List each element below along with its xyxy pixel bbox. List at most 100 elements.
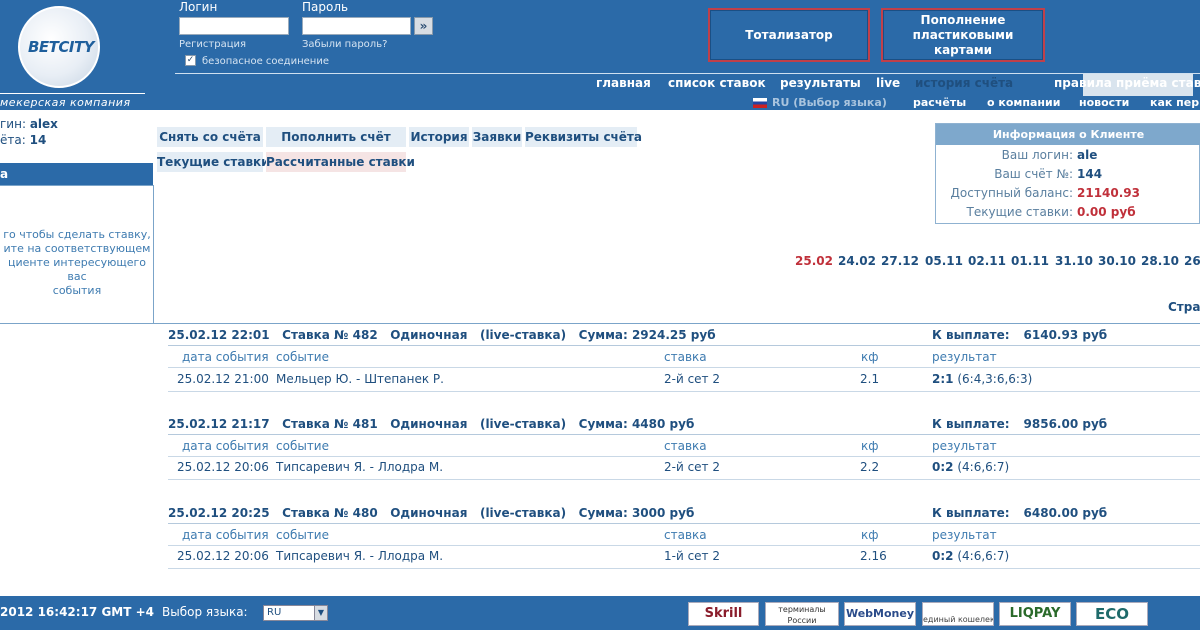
result-score: 0:2 [932,460,954,474]
event-date: 25.02.12 20:06 [177,460,269,474]
date-link[interactable]: 05.11 [925,254,963,268]
odds-value: 2.16 [860,549,887,563]
client-info-row: Текущие ставки: 0.00 руб [936,203,1200,222]
main-nav: главная список ставок результаты live ис… [175,73,1200,96]
secure-connection-checkbox[interactable]: ✓ [185,55,196,66]
col-event-date: дата события [182,528,269,542]
bet-number: Ставка № 480 [282,506,378,520]
bet-header: 25.02.12 22:01 Ставка № 482 Одиночная (l… [168,328,716,342]
tab-account-details[interactable]: Реквизиты счёта [525,127,642,147]
coupon-header: а [0,163,153,185]
bet-mode: (live-ставка) [479,417,567,431]
date-link[interactable]: 01.11 [1011,254,1049,268]
webmoney-logo[interactable]: WebMoney [844,602,916,626]
date-link[interactable]: 28.10 [1141,254,1179,268]
odds-value: 2.1 [860,372,880,386]
date-link[interactable]: 24.02 [838,254,876,268]
pagination-label[interactable]: Стра [1168,300,1200,314]
bet-header: 25.02.12 20:25 Ставка № 480 Одиночная (l… [168,506,694,520]
client-account-label: Ваш счёт №: [994,167,1073,181]
footer-language-select[interactable]: RU ▼ [263,605,328,621]
nav-item-bet-list[interactable]: список ставок [668,76,766,90]
tab-withdraw[interactable]: Снять со счёта [157,127,263,147]
event-name: Типсаревич Я. - Ллодра М. [276,460,444,474]
subnav-item-settlements[interactable]: расчёты [913,96,966,109]
footer-language-label: Выбор языка: [162,605,248,619]
bet-payout: К выплате: 6140.93 руб [932,328,1107,342]
login-input[interactable] [179,17,289,35]
card-topup-button[interactable]: Пополнение пластиковыми картами [881,8,1045,62]
payout-amount: 9856.00 руб [1023,417,1108,431]
tab-deposit[interactable]: Пополнить счёт [266,127,406,147]
footer-language-value: RU [267,607,282,618]
coupon-message: го чтобы сделать ставку, ите на соответс… [0,228,154,298]
language-selector[interactable]: RU (Выбор языка) [772,96,887,109]
date-link[interactable]: 02.11 [968,254,1006,268]
login-submit-button[interactable]: » [414,17,433,35]
nav-item-rules[interactable]: правила приёма ставок [1054,76,1200,90]
tab-settled-bets[interactable]: Рассчитанные ставки [266,152,415,172]
result-score: 0:2 [932,549,954,563]
forgot-password-link[interactable]: Забыли пароль? [302,39,387,50]
chevron-down-icon: ▼ [314,606,327,620]
date-link[interactable]: 27.12 [881,254,919,268]
tab-history[interactable]: История [409,127,469,147]
bet-type: Одиночная [390,417,468,431]
secure-connection-label: безопасное соединение [202,56,329,67]
wallet-one-logo[interactable]: единый кошелек [922,602,994,626]
bets-divider [154,323,1200,324]
register-link[interactable]: Регистрация [179,39,246,50]
nav-item-home[interactable]: главная [596,76,651,90]
date-link[interactable]: 31.10 [1055,254,1093,268]
current-bets-label: Текущие ставки: [966,205,1073,219]
result-score: 2:1 [932,372,954,386]
col-event-date: дата события [182,350,269,364]
bet-number: Ставка № 481 [282,417,378,431]
client-account-value: 144 [1077,167,1103,181]
event-name: Типсаревич Я. - Ллодра М. [276,549,444,563]
flag-ru-icon [753,98,767,108]
bet-separator [168,345,1200,346]
event-date: 25.02.12 21:00 [177,372,269,386]
client-info-row: Ваш логин: ale [936,146,1200,165]
nav-item-live[interactable]: live [876,76,900,90]
user-account-value: 14 [29,133,47,147]
payout-amount: 6140.93 руб [1023,328,1108,342]
password-input[interactable] [302,17,411,35]
user-login-value: alex [29,117,58,131]
nav-item-results[interactable]: результаты [780,76,861,90]
bet-datetime: 25.02.12 22:01 [168,328,270,342]
tab-current-bets[interactable]: Текущие ставки [157,152,270,172]
result-value: 2:1 (6:4,3:6,6:3) [932,372,1032,386]
row-separator [168,479,1200,480]
subnav-item-about[interactable]: о компании [987,96,1060,109]
nav-item-account-history[interactable]: история счёта [915,76,1013,90]
stake-value: 2-й сет 2 [664,460,720,474]
eco-logo[interactable]: ECO [1076,602,1148,626]
bet-separator [168,434,1200,435]
skrill-logo[interactable]: Skrill [688,602,759,626]
totalizator-button[interactable]: Тотализатор [708,8,870,62]
logo-text: BETCITY [27,38,95,56]
stake-value: 1-й сет 2 [664,549,720,563]
client-info-row: Ваш счёт №: 144 [936,165,1200,184]
bet-sum: Сумма: 4480 руб [578,417,695,431]
betcity-logo[interactable]: BETCITY [18,6,100,88]
date-link[interactable]: 25.02 [795,254,833,268]
col-event: событие [276,350,329,364]
payout-label: К выплате: [932,417,1010,431]
client-info-title: Информация о Клиенте [936,124,1200,145]
bet-datetime: 25.02.12 21:17 [168,417,270,431]
date-link[interactable]: 26 [1184,254,1200,268]
liqpay-logo[interactable]: LIQPAY [999,602,1071,626]
date-link[interactable]: 30.10 [1098,254,1136,268]
client-info-row: Доступный баланс: 21140.93 [936,184,1200,203]
result-detail: (6:4,3:6,6:3) [957,372,1033,386]
subnav-item-howto[interactable]: как пер [1150,96,1199,109]
tab-requests[interactable]: Заявки [472,127,522,147]
bet-datetime: 25.02.12 20:25 [168,506,270,520]
row-separator [168,391,1200,392]
terminals-logo[interactable]: терминалы России [765,602,839,626]
balance-value: 21140.93 [1077,186,1141,200]
subnav-item-news[interactable]: новости [1079,96,1129,109]
